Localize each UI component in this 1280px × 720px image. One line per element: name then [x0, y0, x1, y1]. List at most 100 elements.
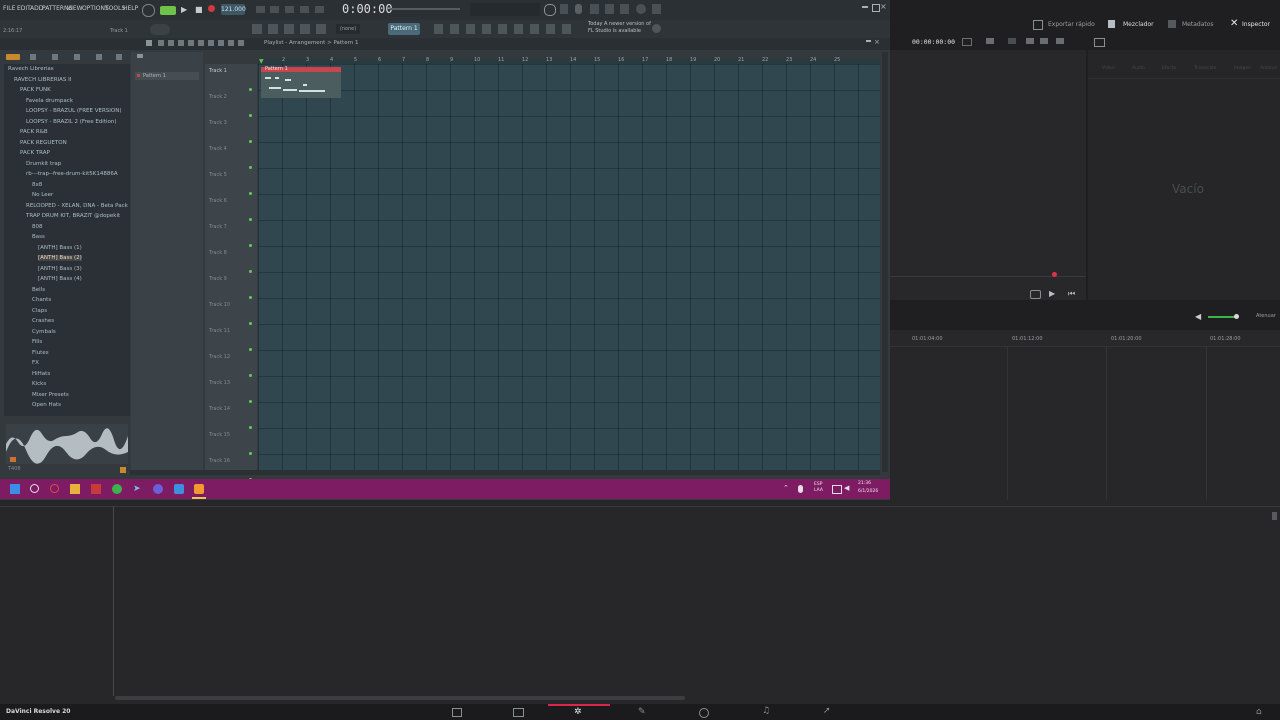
mic-tray-icon[interactable]	[798, 485, 803, 493]
windows-start-icon[interactable]	[10, 484, 20, 494]
browser-item[interactable]: FX	[32, 360, 39, 366]
record-options-icon[interactable]	[482, 24, 491, 34]
browser-item[interactable]: PACK REGUETON	[20, 140, 67, 146]
browser-item[interactable]: PACK TRAP	[20, 150, 50, 156]
language-indicator[interactable]: ESP LAA	[814, 482, 823, 494]
viewer-playhead[interactable]	[1052, 272, 1057, 277]
inspector-tab-file[interactable]: Archivo	[1260, 66, 1277, 71]
pattern-list-item[interactable]: Pattern 1	[135, 72, 199, 80]
undo-icon[interactable]	[544, 4, 556, 16]
minimize-icon[interactable]	[862, 6, 868, 8]
track-mute-led[interactable]	[249, 452, 252, 455]
browser-item[interactable]: Bells	[32, 287, 45, 293]
arrange-icon[interactable]	[466, 24, 475, 34]
pattern-clip[interactable]: Pattern 1	[261, 66, 341, 98]
track-header-label[interactable]: Track 9	[209, 276, 227, 282]
help-icon[interactable]	[590, 4, 599, 14]
browser-item[interactable]: Favela drumpack	[26, 98, 73, 104]
browser-menu-button[interactable]	[6, 54, 20, 60]
playlist-minimize-icon[interactable]	[866, 40, 871, 42]
playlist-close-icon[interactable]: ×	[874, 38, 880, 46]
telegram-icon[interactable]: ➤	[133, 484, 143, 494]
close-icon[interactable]: ×	[880, 2, 887, 11]
browser-item[interactable]: Ravech Librerias	[8, 66, 54, 72]
browser-icon[interactable]	[316, 24, 326, 34]
loop-icon[interactable]	[1030, 290, 1041, 299]
plugin-picker-icon[interactable]	[514, 24, 523, 34]
menu-view[interactable]: VIEW	[67, 5, 83, 12]
mute-tool-icon[interactable]	[188, 40, 194, 46]
clock-time[interactable]: 21:36	[858, 481, 871, 486]
project-info-icon[interactable]	[562, 24, 571, 34]
track-header-label[interactable]: Track 16	[209, 458, 230, 464]
browser-item[interactable]: Bass	[32, 234, 45, 240]
metadata-icon[interactable]	[1168, 20, 1176, 28]
playlist-horizontal-scrollbar[interactable]	[130, 470, 880, 475]
track-mute-led[interactable]	[249, 296, 252, 299]
draw-tool-icon[interactable]	[158, 40, 164, 46]
browser-item[interactable]: PACK R&B	[20, 129, 48, 135]
attenuate-label[interactable]: Atenuar	[1256, 313, 1276, 319]
zoom-tool-icon[interactable]	[228, 40, 234, 46]
track-header-label[interactable]: Track 6	[209, 198, 227, 204]
quick-export-button[interactable]: Exportar rápido	[1048, 21, 1095, 28]
bpm-display[interactable]: 121.000	[221, 4, 246, 15]
spotify-icon[interactable]	[112, 484, 122, 494]
track-header-label[interactable]: Track 8	[209, 250, 227, 256]
browser-item[interactable]: PACK FUNK	[20, 87, 51, 93]
select-tool-icon[interactable]	[218, 40, 224, 46]
track-header-label[interactable]: Track 7	[209, 224, 227, 230]
home-icon[interactable]: ⌂	[1256, 707, 1262, 717]
download-icon[interactable]	[652, 4, 661, 14]
viewer-text-icon[interactable]	[1056, 38, 1064, 44]
media-page-icon[interactable]	[452, 708, 462, 717]
piano-roll-icon[interactable]	[268, 24, 278, 34]
track-header-label[interactable]: Track 12	[209, 354, 230, 360]
video-icon[interactable]	[546, 24, 555, 34]
browser-item[interactable]: Open Hats	[32, 402, 61, 408]
mixer-icon[interactable]	[300, 24, 310, 34]
loop-record-icon[interactable]	[300, 6, 309, 13]
inspector-tab-video[interactable]: Vídeo	[1102, 66, 1115, 71]
file-explorer-icon[interactable]	[70, 484, 80, 494]
channel-rack-icon[interactable]	[284, 24, 294, 34]
timeline-ruler[interactable]: 01:01:04:00 01:01:12:00 01:01:20:00 01:0…	[890, 330, 1280, 347]
edit-page-icon[interactable]: ✲	[574, 707, 582, 717]
resolve-timeline-lower[interactable]	[0, 500, 1280, 704]
discord-icon[interactable]	[153, 484, 163, 494]
inspector-tab-image[interactable]: Imagen	[1234, 66, 1251, 71]
inspector-tab-transition[interactable]: Transición	[1194, 66, 1216, 71]
track-header-label[interactable]: Track 14	[209, 406, 230, 412]
track-mute-led[interactable]	[249, 192, 252, 195]
track-mute-led[interactable]	[249, 244, 252, 247]
browser-collapse-icon[interactable]	[30, 54, 36, 60]
track-header-label[interactable]: Track 3	[209, 120, 227, 126]
save-icon[interactable]	[605, 4, 614, 14]
fairlight-page-icon[interactable]: ♫	[762, 706, 770, 716]
typing-keyboard-icon[interactable]	[256, 6, 265, 13]
maximize-icon[interactable]	[872, 4, 880, 12]
viewer-scrub-bar[interactable]	[890, 276, 1086, 277]
track-mute-led[interactable]	[249, 400, 252, 403]
browser-item[interactable]: Kicks	[32, 381, 46, 387]
track-mute-led[interactable]	[249, 374, 252, 377]
viewer-transform-icon[interactable]	[1008, 38, 1016, 44]
timeline-vertical-scroll-handle[interactable]	[1272, 512, 1277, 520]
track-header-label[interactable]: Track 13	[209, 380, 230, 386]
browser-item[interactable]: [ANTH] Bass (1)	[38, 245, 82, 251]
track-mute-led[interactable]	[249, 426, 252, 429]
countdown-icon[interactable]	[315, 6, 324, 13]
master-pitch-knob[interactable]	[150, 24, 170, 35]
viewer-fullscreen-icon[interactable]	[1094, 38, 1105, 47]
network-icon[interactable]	[832, 485, 842, 494]
chevron-up-icon[interactable]: ⌃	[783, 484, 789, 492]
search-icon[interactable]	[30, 484, 39, 493]
slip-tool-icon[interactable]	[198, 40, 204, 46]
browser-resize-handle[interactable]	[120, 467, 126, 473]
opera-icon[interactable]	[50, 484, 59, 493]
step-edit-icon[interactable]	[270, 6, 279, 13]
browser-item[interactable]: 808	[32, 224, 43, 230]
update-notice-line2[interactable]: FL Studio is available	[588, 28, 641, 34]
browser-item[interactable]: No Leer	[32, 192, 53, 198]
play-icon[interactable]: ▶	[181, 5, 187, 14]
